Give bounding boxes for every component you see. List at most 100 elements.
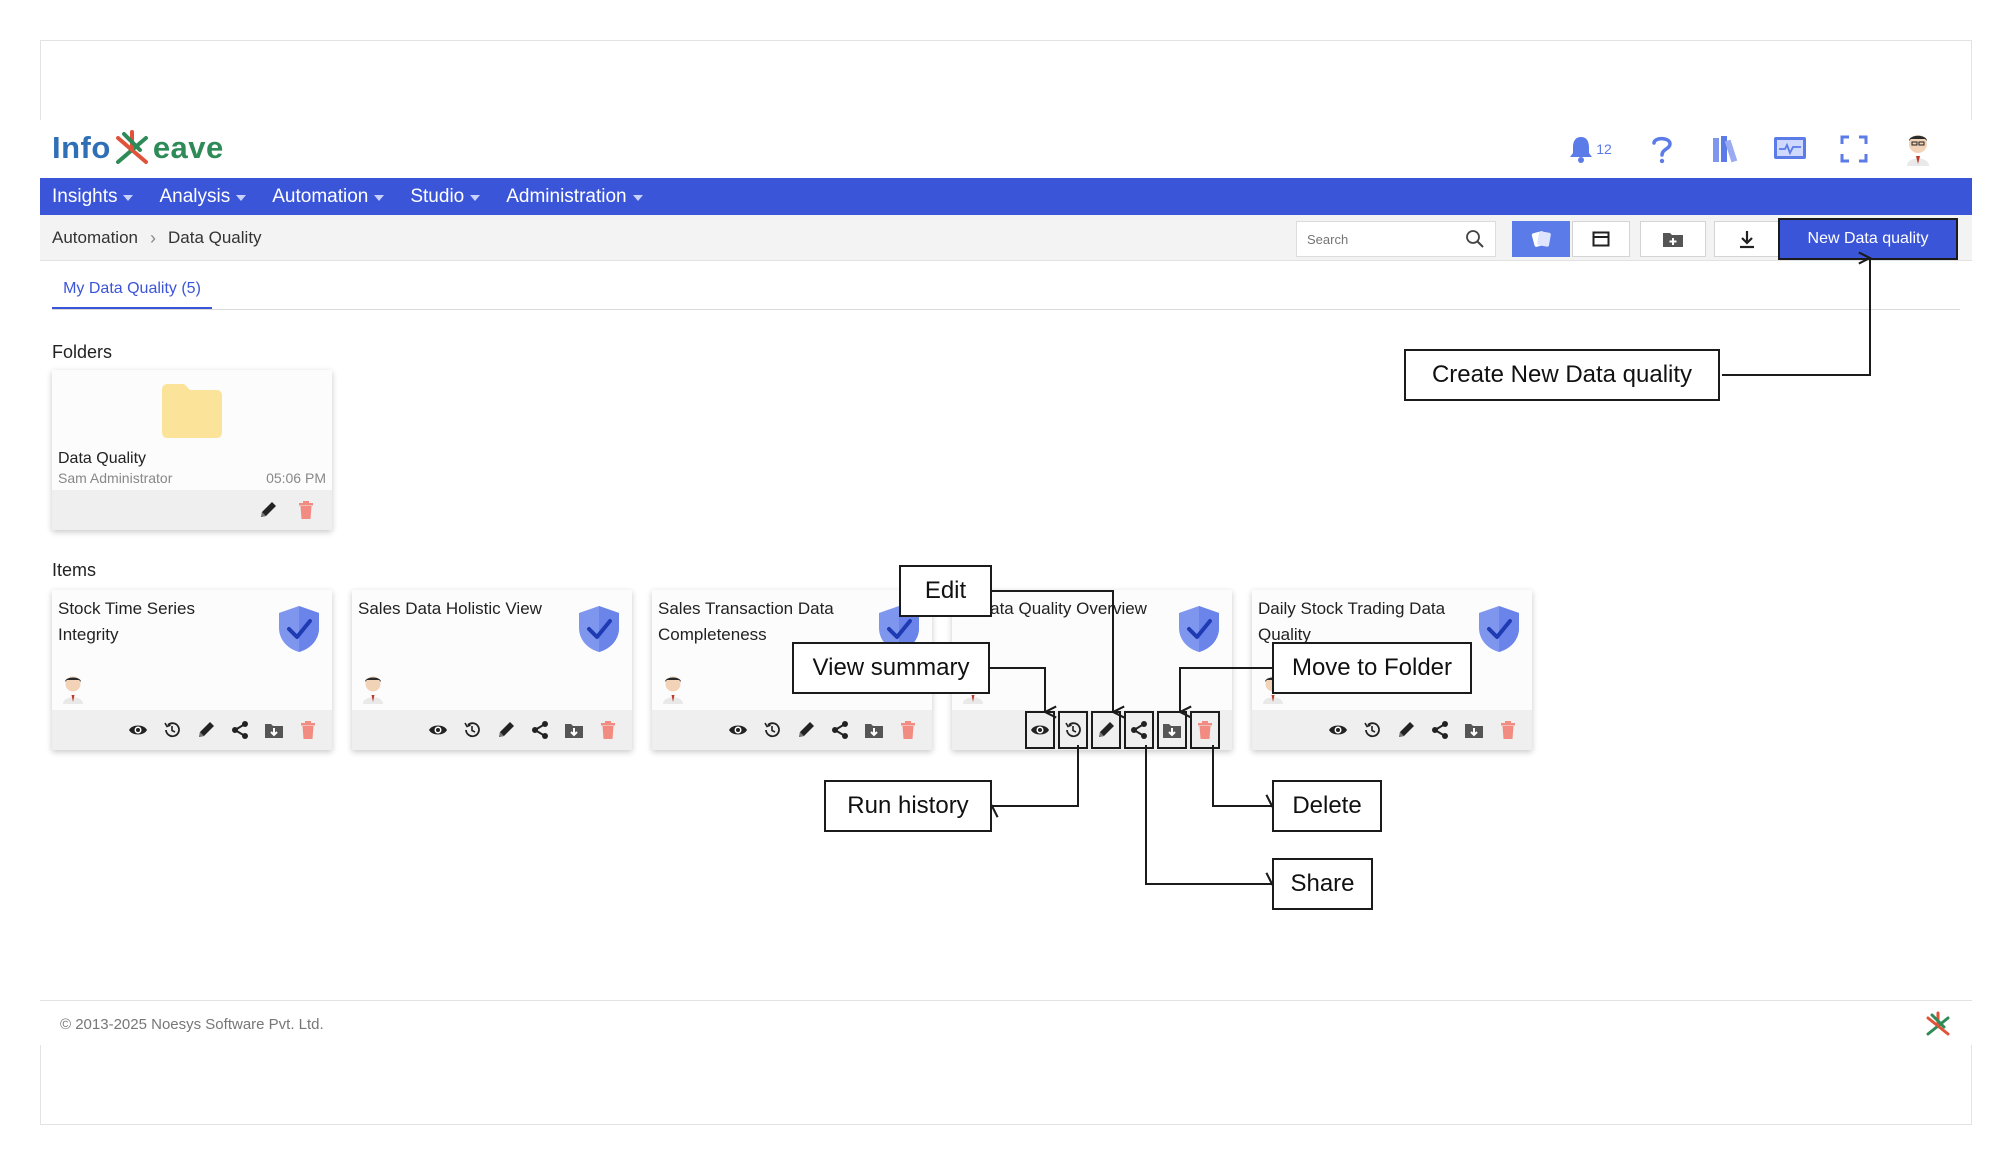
share-icon [832,721,848,739]
logo-mark-icon [115,130,148,164]
logo-text-left: Info [52,130,111,165]
folder-card[interactable]: Data Quality Sam Administrator 05:06 PM [52,370,332,530]
nav-administration[interactable]: Administration [506,185,643,208]
search-input[interactable] [1307,231,1457,247]
nav-label: Insights [52,185,118,207]
history-icon [1065,722,1081,738]
user-avatar[interactable] [1900,131,1936,167]
move-to-folder-button[interactable] [1157,711,1187,749]
item-actions [52,710,332,750]
breadcrumb-automation[interactable]: Automation [52,228,138,248]
edit-button[interactable] [1091,711,1121,749]
help-button[interactable] [1644,131,1680,167]
move-to-folder-button[interactable] [862,718,886,742]
app-window: Info eave 12 Insights Analysis Automatio… [40,120,1972,1045]
edit-button[interactable] [194,718,218,742]
delete-button[interactable] [896,718,920,742]
move-to-folder-button[interactable] [1462,718,1486,742]
chevron-down-icon [632,195,643,201]
delete-folder-button[interactable] [294,498,318,522]
pencil-icon [799,722,814,737]
download-icon [1740,231,1754,249]
share-icon [1131,721,1147,739]
callout-edit: Edit [899,565,992,617]
bell-icon [1570,137,1593,163]
run-history-button[interactable] [1058,711,1088,749]
nav-label: Automation [272,185,369,207]
run-history-button[interactable] [760,718,784,742]
nav-label: Administration [506,185,627,207]
move-to-folder-button[interactable] [262,718,286,742]
history-icon [464,722,480,738]
nav-analysis[interactable]: Analysis [159,186,247,208]
item-title: Stock Time Series Integrity [58,599,195,644]
tab-my-data-quality[interactable]: My Data Quality (5) [52,270,212,310]
pencil-icon [199,722,214,737]
move-to-folder-button[interactable] [562,718,586,742]
share-button[interactable] [228,718,252,742]
delete-button[interactable] [1190,711,1220,749]
fullscreen-button[interactable] [1836,131,1872,167]
history-icon [164,722,180,738]
search-icon[interactable] [1465,229,1485,249]
trash-icon [1198,721,1212,739]
library-button[interactable] [1708,131,1744,167]
run-history-button[interactable] [460,718,484,742]
breadcrumb-data-quality: Data Quality [168,228,262,247]
history-icon [764,722,780,738]
item-actions [952,710,1232,750]
move-folder-icon [565,724,583,738]
chevron-down-icon [123,195,134,201]
edit-folder-button[interactable] [256,498,280,522]
search-box[interactable] [1296,221,1496,257]
download-button[interactable] [1714,221,1780,257]
list-view-button[interactable] [1572,221,1630,257]
share-button[interactable] [1428,718,1452,742]
chevron-down-icon [470,195,481,201]
trash-icon [601,721,615,739]
view-summary-button[interactable] [1326,718,1350,742]
delete-button[interactable] [1496,718,1520,742]
delete-button[interactable] [296,718,320,742]
header-actions: 12 [1564,126,1936,172]
nav-studio[interactable]: Studio [410,186,481,208]
app-logo[interactable]: Info eave [52,126,224,170]
monitor-button[interactable] [1772,131,1808,167]
folders-heading: Folders [52,342,113,362]
owner-avatar [663,676,683,704]
tab-divider [52,309,1960,310]
item-card[interactable]: Sales Data Holistic View [352,590,632,750]
new-data-quality-button[interactable]: New Data quality [1778,218,1958,260]
delete-button[interactable] [596,718,620,742]
view-summary-button[interactable] [726,718,750,742]
pencil-icon [261,502,276,517]
cards-icon [1531,231,1551,247]
edit-button[interactable] [794,718,818,742]
chevron-down-icon [374,195,385,201]
view-summary-button[interactable] [126,718,150,742]
item-card[interactable]: er Data Quality Overview [952,590,1232,750]
edit-button[interactable] [1394,718,1418,742]
run-history-button[interactable] [1360,718,1384,742]
item-card[interactable]: Stock Time Series Integrity [52,590,332,750]
card-view-button[interactable] [1512,221,1570,257]
monitor-icon [1774,137,1806,159]
footer-divider [40,1000,1972,1001]
share-button[interactable] [1124,711,1154,749]
share-icon [532,721,548,739]
share-button[interactable] [828,718,852,742]
move-folder-icon [865,724,883,738]
new-folder-button[interactable] [1640,221,1706,257]
shield-check-icon [1179,606,1219,652]
view-summary-button[interactable] [1025,711,1055,749]
nav-insights[interactable]: Insights [52,185,134,208]
share-button[interactable] [528,718,552,742]
nav-automation[interactable]: Automation [272,185,385,208]
owner-avatar [63,676,83,704]
view-summary-button[interactable] [426,718,450,742]
notifications-button[interactable]: 12 [1564,131,1616,167]
run-history-button[interactable] [160,718,184,742]
share-icon [232,721,248,739]
chevron-down-icon [236,195,247,201]
edit-button[interactable] [494,718,518,742]
